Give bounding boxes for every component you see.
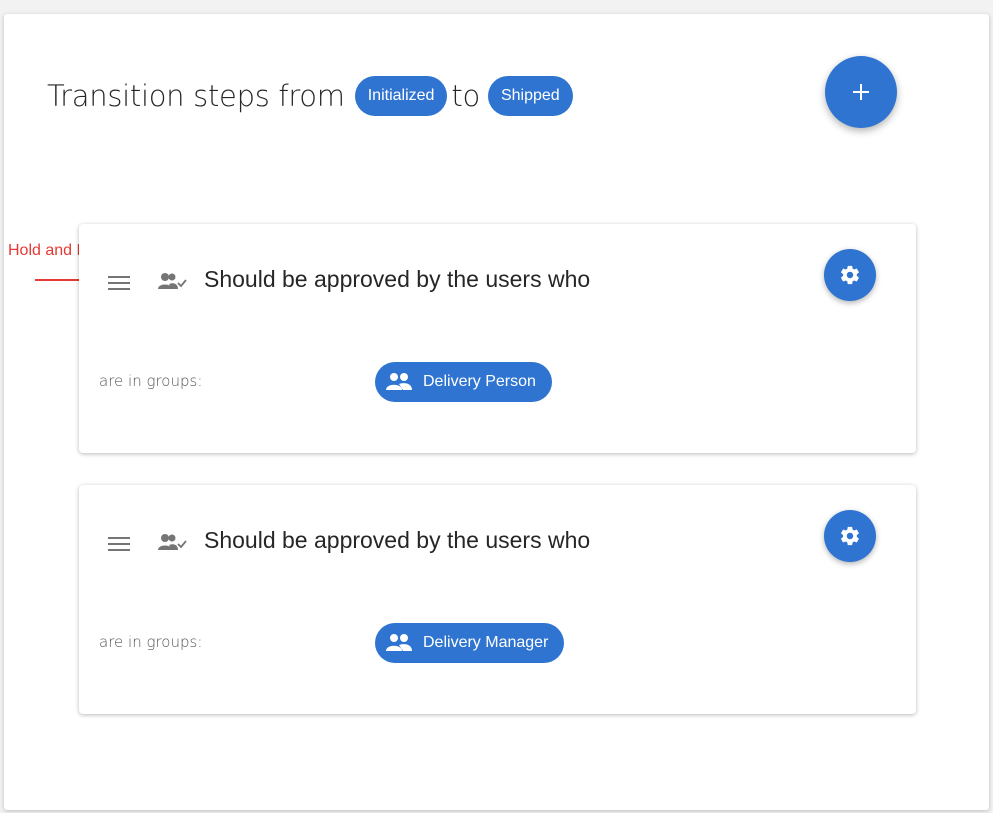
page-title: Transition steps from Initialized to Shi…	[47, 75, 573, 117]
step-title: Should be approved by the users who	[204, 266, 591, 292]
group-chip-label: Delivery Manager	[423, 634, 549, 651]
group-icon	[386, 373, 412, 390]
groups-label: are in groups:	[99, 372, 203, 390]
title-joiner: to	[451, 79, 480, 113]
group-chip[interactable]: Delivery Person	[375, 362, 552, 402]
title-prefix: Transition steps from	[47, 79, 345, 113]
step-settings-button[interactable]	[824, 510, 876, 562]
group-chip[interactable]: Delivery Manager	[375, 623, 565, 663]
drag-handle-icon[interactable]	[108, 535, 130, 553]
from-status-chip[interactable]: Initialized	[354, 76, 448, 116]
to-status-chip[interactable]: Shipped	[487, 76, 573, 116]
step-title: Should be approved by the users who	[204, 527, 591, 553]
group-icon	[386, 634, 412, 651]
group-approve-icon	[158, 534, 187, 550]
plus-icon	[853, 84, 869, 100]
step-card: Should be approved by the users who are …	[79, 224, 916, 453]
group-approve-icon	[158, 273, 187, 289]
gear-icon	[841, 526, 859, 546]
add-step-button[interactable]	[825, 56, 897, 128]
step-card: Should be approved by the users who are …	[79, 485, 916, 714]
gear-icon	[841, 265, 859, 285]
drag-handle-icon[interactable]	[108, 274, 130, 292]
step-settings-button[interactable]	[824, 249, 876, 301]
groups-label: are in groups:	[99, 633, 203, 651]
group-chip-label: Delivery Person	[423, 373, 536, 390]
